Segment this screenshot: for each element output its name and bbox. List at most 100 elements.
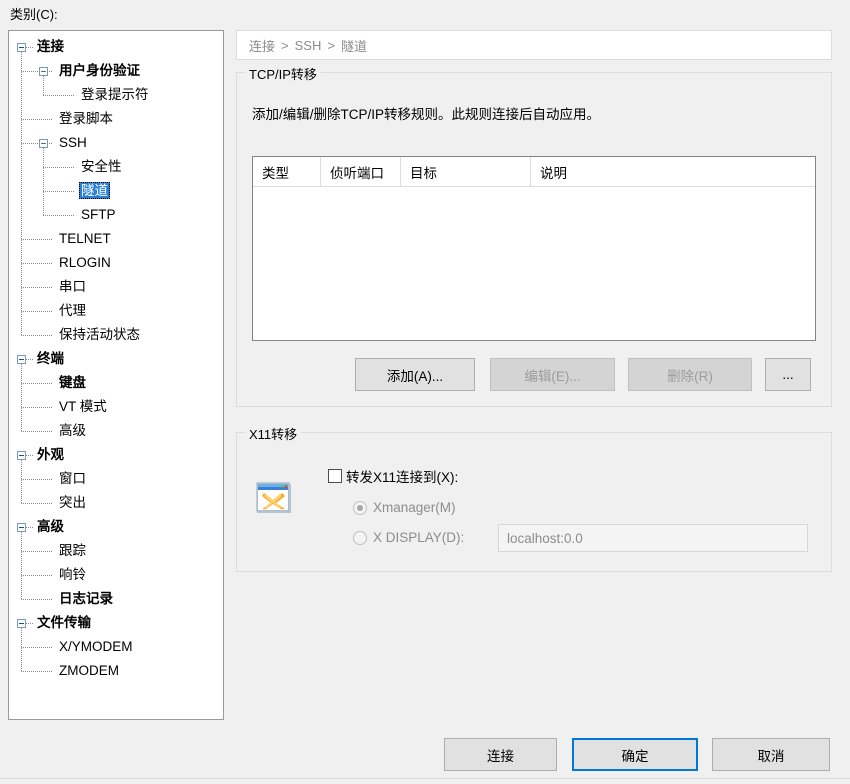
tree-item[interactable]: 高级	[35, 516, 66, 538]
column-header[interactable]: 侦听端口	[321, 157, 401, 186]
tree-item[interactable]: 登录脚本	[57, 108, 115, 130]
tree-item[interactable]: 终端	[35, 348, 66, 370]
tcpip-group-title: TCP/IP转移	[245, 64, 321, 83]
tree-connector	[21, 647, 53, 648]
tree-item[interactable]: 串口	[57, 276, 88, 298]
tree-item[interactable]: SSH	[57, 132, 89, 154]
forward-x11-checkbox[interactable]	[328, 469, 342, 483]
xmanager-radio-row[interactable]: Xmanager(M)	[353, 500, 456, 515]
tree-connector	[21, 263, 53, 264]
tree-collapse-icon[interactable]	[17, 619, 26, 628]
tree-connector	[21, 628, 22, 672]
column-header[interactable]: 类型	[253, 157, 321, 186]
tree-item-label: 键盘	[59, 375, 86, 390]
tree-item[interactable]: 用户身份验证	[57, 60, 142, 82]
tree-connector	[21, 431, 53, 432]
tree-collapse-icon[interactable]	[17, 355, 26, 364]
tree-item[interactable]: 响铃	[57, 564, 88, 586]
forward-x11-checkbox-row[interactable]: 转发X11连接到(X):	[328, 466, 458, 486]
tree-item[interactable]: ZMODEM	[57, 660, 121, 682]
options-dialog: 类别(C): 连接 用户身份验证 登录提示符 登录脚本 SSH 安全性 隧道 SFTP TELN…	[0, 0, 850, 784]
tree-item[interactable]: TELNET	[57, 228, 113, 250]
tree-connector	[21, 71, 53, 72]
tree-item[interactable]: 跟踪	[57, 540, 88, 562]
tree-connector	[21, 407, 53, 408]
tree-item-label: 代理	[59, 303, 86, 318]
breadcrumb-part-2: 隧道	[340, 38, 367, 54]
tree-item-label: TELNET	[59, 231, 111, 246]
tree-connector	[26, 455, 34, 456]
tree-item-label: 高级	[59, 423, 86, 438]
tcpip-list-header: 类型 侦听端口 目标 说明	[253, 157, 815, 187]
column-header[interactable]: 说明	[531, 157, 815, 186]
tree-item[interactable]: 安全性	[79, 156, 124, 178]
tree-collapse-icon[interactable]	[17, 451, 26, 460]
xmanager-radio-label: Xmanager(M)	[373, 500, 456, 515]
column-header[interactable]: 目标	[401, 157, 531, 186]
tree-connector	[21, 671, 53, 672]
edit-rule-button[interactable]: 编辑(E)...	[490, 358, 615, 391]
tree-item[interactable]: X/YMODEM	[57, 636, 135, 658]
tree-item-label: SFTP	[81, 207, 116, 222]
tree-item-label: 突出	[59, 495, 86, 510]
tree-item-label: 日志记录	[59, 591, 113, 606]
tree-item[interactable]: 突出	[57, 492, 88, 514]
x-display-input[interactable]: localhost:0.0	[498, 524, 808, 552]
tree-item[interactable]: 代理	[57, 300, 88, 322]
tree-collapse-icon[interactable]	[17, 523, 26, 532]
breadcrumb: 连接 > SSH > 隧道	[236, 30, 832, 60]
breadcrumb-separator: >	[281, 37, 289, 53]
ok-button[interactable]: 确定	[572, 738, 698, 771]
xdisplay-radio[interactable]	[353, 530, 367, 545]
more-options-button[interactable]: ...	[765, 358, 811, 391]
delete-rule-button[interactable]: 删除(R)	[628, 358, 752, 391]
tree-item-label: ZMODEM	[59, 663, 119, 678]
xdisplay-radio-row[interactable]: X DISPLAY(D):	[353, 530, 464, 545]
category-tree[interactable]: 连接用户身份验证 登录提示符 登录脚本 SSH 安全性隧道 SFTP TELNET RLOGI…	[8, 30, 224, 720]
tree-connector	[21, 364, 22, 432]
tree-item[interactable]: 窗口	[57, 468, 88, 490]
xdisplay-radio-label: X DISPLAY(D):	[373, 530, 465, 545]
tree-connector	[21, 460, 22, 504]
tree-item[interactable]: 日志记录	[57, 588, 115, 610]
tree-item-label: 保持活动状态	[59, 327, 140, 342]
tree-item[interactable]: RLOGIN	[57, 252, 113, 274]
tree-item[interactable]: SFTP	[79, 204, 118, 226]
tree-item[interactable]: 保持活动状态	[57, 324, 142, 346]
breadcrumb-part-0: 连接	[249, 38, 276, 54]
tree-item[interactable]: 文件传输	[35, 612, 93, 634]
tree-item[interactable]: VT 模式	[57, 396, 109, 418]
breadcrumb-separator: >	[327, 37, 335, 53]
xmanager-radio[interactable]	[353, 500, 367, 515]
tree-item-label: 连接	[37, 39, 64, 54]
x11-group-title: X11转移	[245, 424, 302, 443]
tree-item-label: 响铃	[59, 567, 86, 582]
tree-connector	[21, 551, 53, 552]
tree-connector	[43, 95, 75, 96]
tree-item-label: 跟踪	[59, 543, 86, 558]
tree-item-label: 安全性	[81, 159, 122, 174]
tcpip-list-body[interactable]	[253, 187, 815, 341]
cancel-button[interactable]: 取消	[712, 738, 830, 771]
connect-button[interactable]: 连接	[444, 738, 557, 771]
tcpip-rules-list[interactable]: 类型 侦听端口 目标 说明	[252, 156, 816, 341]
column-header-label: 说明	[540, 165, 567, 181]
tree-item-label: RLOGIN	[59, 255, 111, 270]
tree-connector	[21, 575, 53, 576]
tree-connector	[21, 503, 53, 504]
tree-item[interactable]: 登录提示符	[79, 84, 151, 106]
breadcrumb-part-1: SSH	[294, 37, 322, 53]
tree-item[interactable]: 外观	[35, 444, 66, 466]
tree-connector	[21, 287, 53, 288]
add-rule-button[interactable]: 添加(A)...	[355, 358, 475, 391]
tree-connector	[21, 479, 53, 480]
column-header-label: 类型	[262, 165, 289, 181]
tree-item[interactable]: 隧道	[79, 180, 110, 202]
tree-item[interactable]: 键盘	[57, 372, 88, 394]
tree-connector	[21, 311, 53, 312]
tree-collapse-icon[interactable]	[17, 43, 26, 52]
tree-item[interactable]: 高级	[57, 420, 88, 442]
tree-connector	[43, 167, 75, 168]
tree-connector	[21, 119, 53, 120]
tree-item[interactable]: 连接	[35, 36, 66, 58]
